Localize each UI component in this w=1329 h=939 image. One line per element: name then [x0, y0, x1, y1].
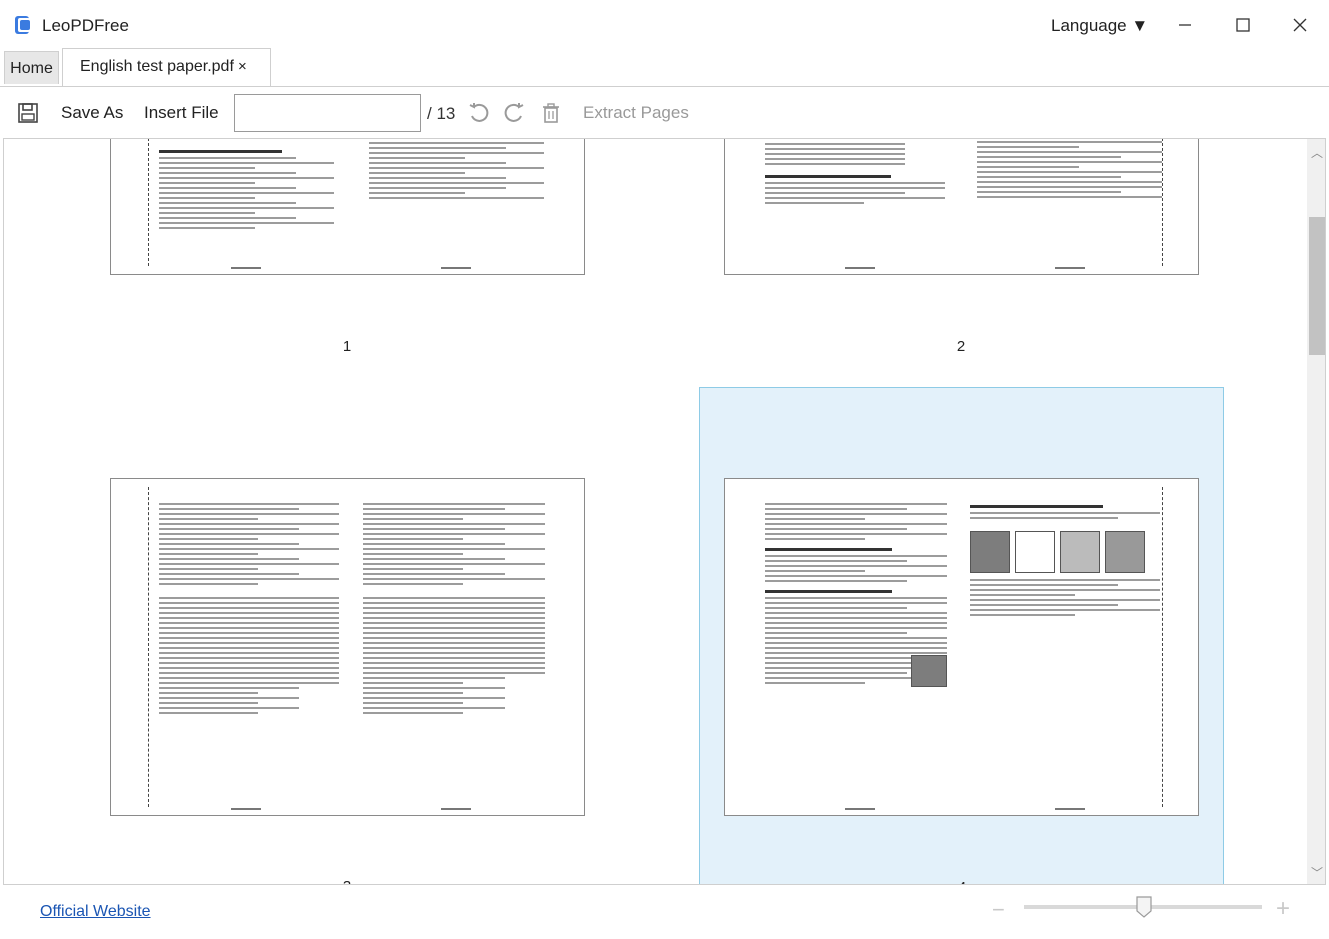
- page-thumbnail-3: [110, 478, 585, 816]
- status-bar: Official Website − +: [0, 885, 1329, 939]
- page-thumbnail-2: [724, 139, 1199, 275]
- page-number-input[interactable]: [234, 94, 421, 132]
- tab-bar: Home English test paper.pdf ×: [0, 48, 1329, 86]
- title-bar: LeoPDFree Language ▼: [0, 0, 1329, 50]
- tab-document[interactable]: English test paper.pdf ×: [62, 48, 271, 86]
- page-thumbnail-4: [724, 478, 1199, 816]
- page-slot-1[interactable]: 1: [100, 139, 596, 364]
- save-icon[interactable]: [17, 102, 39, 124]
- redo-icon[interactable]: [502, 101, 526, 125]
- maximize-icon[interactable]: [1230, 12, 1256, 38]
- toolbar: Save As Insert File / 13 Extract Pages: [0, 86, 1329, 138]
- trash-icon[interactable]: [539, 101, 563, 125]
- close-window-icon[interactable]: [1287, 12, 1313, 38]
- tab-document-label: English test paper.pdf: [80, 58, 234, 75]
- page-thumbnail-1: [110, 139, 585, 275]
- zoom-slider-thumb[interactable]: [1136, 896, 1152, 918]
- page-number-label-1: 1: [342, 338, 352, 355]
- language-menu[interactable]: Language ▼: [1051, 16, 1148, 36]
- scroll-down-icon[interactable]: ﹀: [1307, 863, 1325, 883]
- scrollbar-thumb[interactable]: [1309, 217, 1325, 355]
- scroll-up-icon[interactable]: ︿: [1307, 143, 1325, 163]
- page-slot-2[interactable]: 2: [714, 139, 1210, 364]
- extract-pages-button[interactable]: Extract Pages: [583, 103, 689, 123]
- insert-file-button[interactable]: Insert File: [144, 103, 219, 123]
- minimize-icon[interactable]: [1172, 12, 1198, 38]
- page-slot-3[interactable]: 3: [100, 387, 596, 884]
- page-number-label-3: 3: [327, 878, 367, 884]
- app-logo-icon: [15, 16, 30, 34]
- tab-close-icon[interactable]: ×: [238, 49, 247, 85]
- zoom-in-button[interactable]: +: [1276, 895, 1290, 923]
- vertical-scrollbar[interactable]: ︿ ﹀: [1307, 139, 1325, 884]
- zoom-out-button[interactable]: −: [992, 897, 1005, 923]
- app-title: LeoPDFree: [42, 16, 129, 35]
- official-website-link[interactable]: Official Website: [40, 903, 151, 921]
- page-total: / 13: [427, 104, 456, 123]
- tab-home[interactable]: Home: [4, 51, 59, 84]
- page-slot-4[interactable]: 4: [699, 387, 1224, 884]
- save-as-button[interactable]: Save As: [61, 103, 123, 123]
- page-grid-viewer: 1 2 ︿ ﹀: [3, 138, 1326, 885]
- undo-icon[interactable]: [467, 101, 491, 125]
- page-number-label-2: 2: [956, 338, 966, 355]
